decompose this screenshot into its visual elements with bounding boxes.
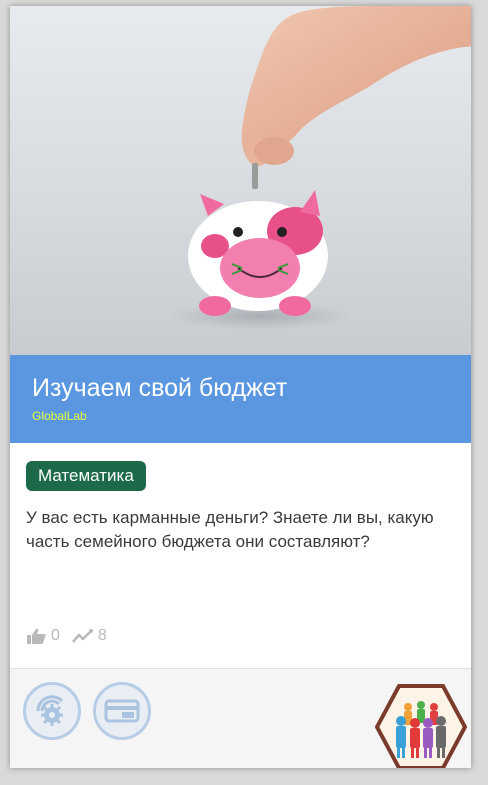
- card-body: Математика У вас есть карманные деньги? …: [10, 443, 471, 668]
- project-description: У вас есть карманные деньги? Знаете ли в…: [26, 508, 434, 551]
- piggy-bank-photo: [170, 6, 471, 330]
- views-stat: 8: [71, 627, 107, 645]
- likes-stat[interactable]: 0: [27, 627, 60, 645]
- trend-line-icon: [71, 629, 93, 643]
- card-icon: [104, 699, 140, 723]
- likes-count: 0: [51, 627, 60, 644]
- card-button[interactable]: [93, 682, 151, 740]
- views-count: 8: [97, 627, 107, 644]
- subject-tag[interactable]: Математика: [26, 461, 146, 491]
- stats-row: 0 8: [27, 627, 119, 645]
- gear-wave-button[interactable]: [23, 682, 81, 740]
- author-link[interactable]: GlobalLab: [32, 409, 449, 423]
- gear-wave-icon: [36, 695, 64, 726]
- people-group-icon: [374, 684, 468, 768]
- participants-badge[interactable]: [374, 683, 468, 768]
- card-footer: [10, 669, 471, 768]
- project-image[interactable]: [10, 6, 471, 355]
- project-title[interactable]: Изучаем свой бюджет: [32, 373, 449, 403]
- thumbs-up-icon: [27, 628, 46, 644]
- project-card[interactable]: Изучаем свой бюджет GlobalLab Математика…: [10, 6, 471, 768]
- title-band: Изучаем свой бюджет GlobalLab: [10, 355, 471, 443]
